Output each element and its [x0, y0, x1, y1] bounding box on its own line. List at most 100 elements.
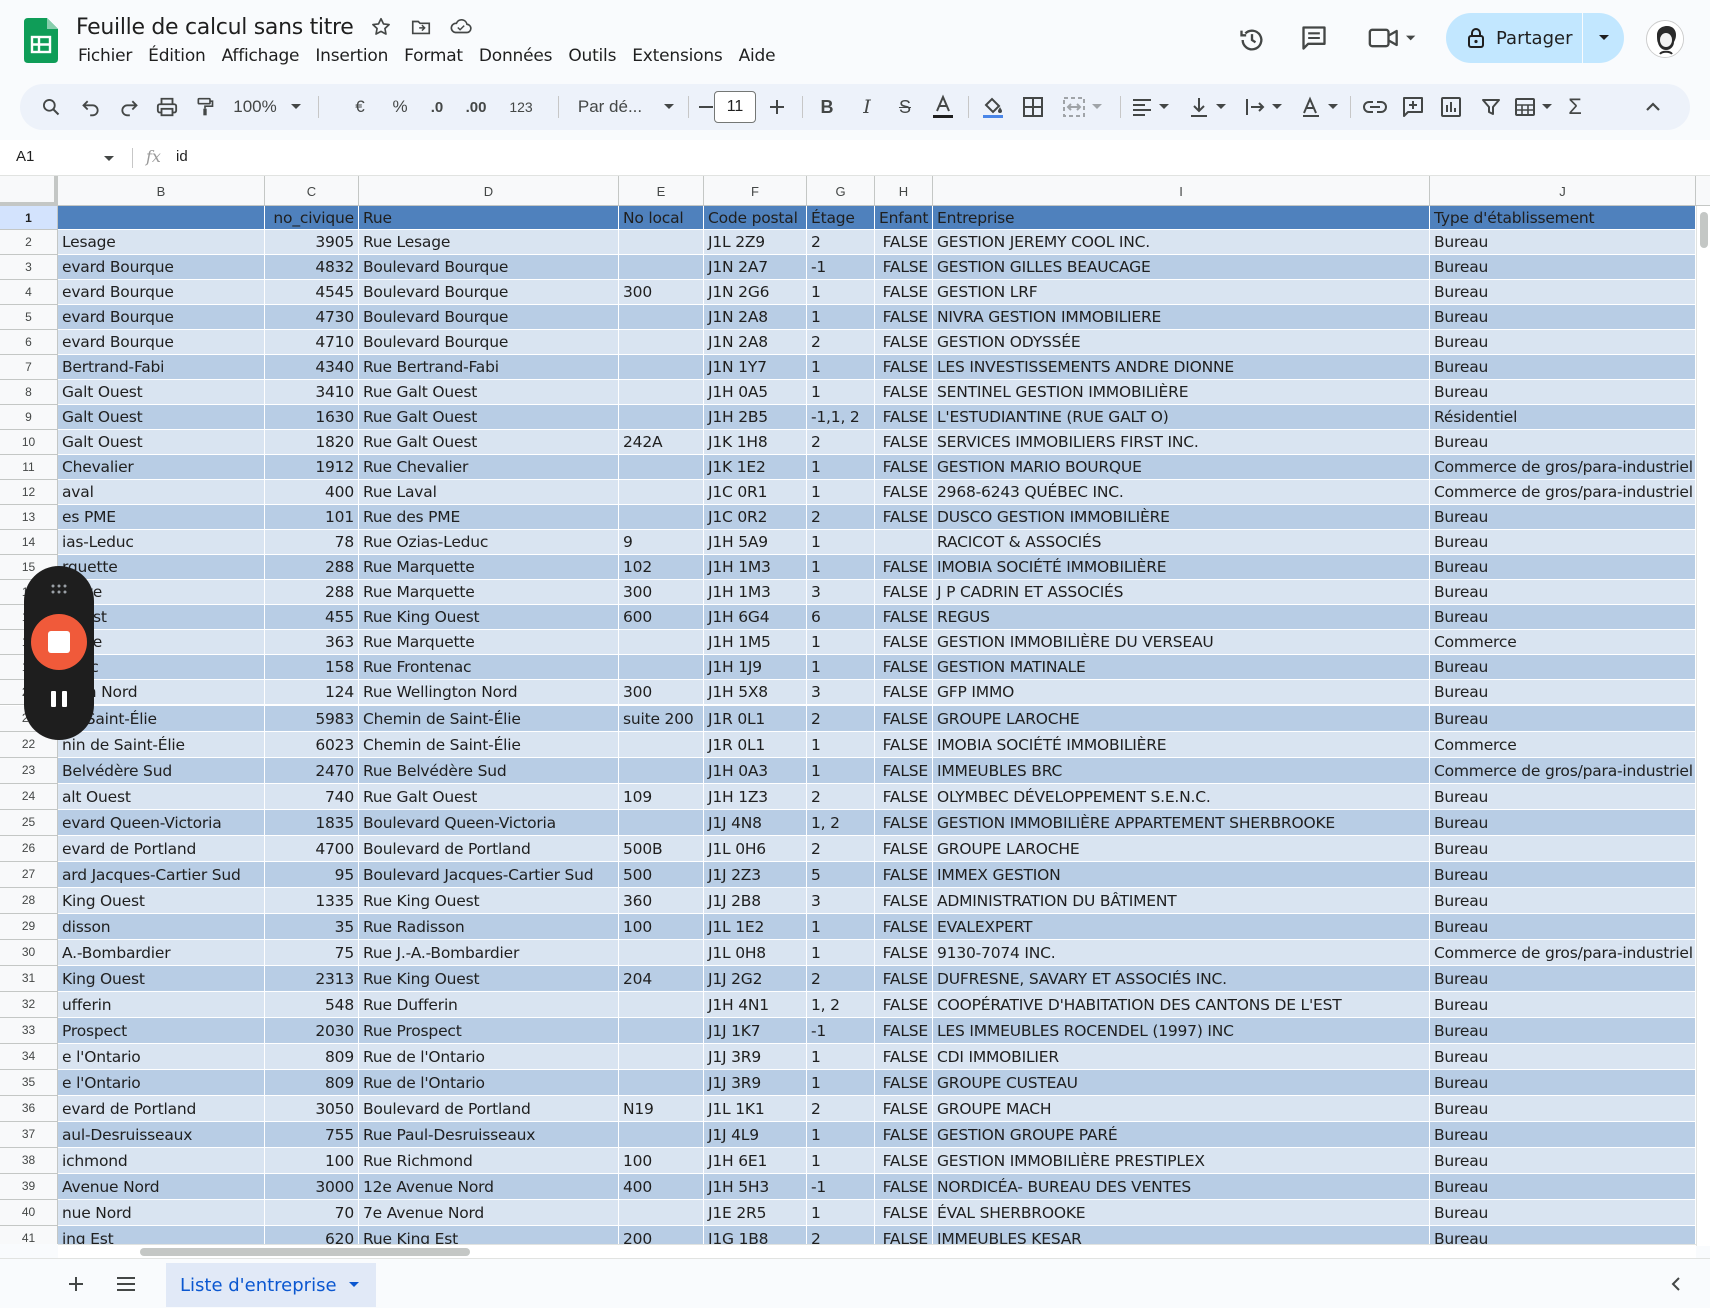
share-button[interactable]: Partager — [1446, 13, 1582, 63]
cell-g[interactable]: 2 — [807, 706, 875, 732]
row-number[interactable]: 38 — [0, 1148, 58, 1174]
cell-j[interactable]: Bureau — [1430, 555, 1696, 580]
cell-j[interactable]: Commerce de gros/para-industriel — [1430, 940, 1696, 966]
cell-f[interactable]: J1H 1J9 — [704, 655, 807, 680]
horizontal-scroll-thumb[interactable] — [140, 1248, 470, 1256]
cell-b[interactable]: ufferin — [58, 992, 265, 1018]
paint-format-icon[interactable] — [188, 84, 222, 130]
cell-f[interactable]: J1L 0H6 — [704, 836, 807, 862]
cell-i[interactable]: IMMEX GESTION — [933, 862, 1430, 888]
cell-c[interactable]: 3410 — [265, 380, 359, 405]
cell-j[interactable]: Commerce de gros/para-industriel — [1430, 480, 1696, 505]
cell-c[interactable]: 100 — [265, 1148, 359, 1174]
cell-j[interactable]: Bureau — [1430, 1070, 1696, 1096]
formula-input[interactable]: id — [176, 148, 188, 165]
cell-e[interactable]: 200 — [619, 1226, 704, 1244]
cell-i[interactable]: 9130-7074 INC. — [933, 940, 1430, 966]
cell-h[interactable]: FALSE — [875, 940, 933, 966]
cell-c[interactable]: 101 — [265, 505, 359, 530]
cell-f[interactable]: J1J 3R9 — [704, 1044, 807, 1070]
cell-h[interactable]: FALSE — [875, 888, 933, 914]
cell-j[interactable]: Bureau — [1430, 530, 1696, 555]
cell-d[interactable]: Rue Radisson — [359, 914, 619, 940]
cell-e[interactable]: 500B — [619, 836, 704, 862]
column-header-c[interactable]: C — [265, 176, 359, 206]
cell-j[interactable]: Bureau — [1430, 380, 1696, 405]
all-sheets-icon[interactable] — [108, 1267, 144, 1301]
cell-g[interactable]: 1 — [807, 1200, 875, 1226]
cell-h[interactable]: FALSE — [875, 1044, 933, 1070]
cell-i[interactable]: ÉVAL SHERBROOKE — [933, 1200, 1430, 1226]
row-number[interactable]: 33 — [0, 1018, 58, 1044]
name-box[interactable]: A1 — [16, 148, 34, 165]
cell-e[interactable]: 300 — [619, 680, 704, 705]
cell-b[interactable]: evard Queen-Victoria — [58, 810, 265, 836]
cell-i[interactable]: GROUPE LAROCHE — [933, 836, 1430, 862]
cell-b[interactable]: Belvédère Sud — [58, 758, 265, 784]
document-title[interactable]: Feuille de calcul sans titre — [76, 15, 354, 40]
cell-c[interactable]: 3050 — [265, 1096, 359, 1122]
row-number[interactable]: 35 — [0, 1070, 58, 1096]
cell-c[interactable]: 2313 — [265, 966, 359, 992]
cell-h[interactable]: FALSE — [875, 862, 933, 888]
cell-b[interactable]: Lesage — [58, 230, 265, 255]
cell-e[interactable] — [619, 992, 704, 1018]
cell-d[interactable]: Rue Galt Ouest — [359, 784, 619, 810]
cell-e[interactable] — [619, 505, 704, 530]
row-number[interactable]: 31 — [0, 966, 58, 992]
cell-i[interactable]: IMOBIA SOCIÉTÉ IMMOBILIÈRE — [933, 555, 1430, 580]
cell-f[interactable]: J1H 4N1 — [704, 992, 807, 1018]
cell-f[interactable]: J1L 1K1 — [704, 1096, 807, 1122]
cell-c[interactable]: 4832 — [265, 255, 359, 280]
cell-b[interactable]: Galt Ouest — [58, 430, 265, 455]
cell-e[interactable] — [619, 810, 704, 836]
cell-d[interactable]: Boulevard Bourque — [359, 305, 619, 330]
cell-j[interactable]: Commerce — [1430, 732, 1696, 758]
vertical-align-icon[interactable] — [1182, 84, 1232, 130]
horizontal-align-icon[interactable] — [1126, 84, 1174, 130]
cell-g[interactable]: 6 — [807, 605, 875, 630]
cell-j[interactable]: Bureau — [1430, 914, 1696, 940]
cell-i[interactable]: GESTION LRF — [933, 280, 1430, 305]
cell-j[interactable]: Bureau — [1430, 1226, 1696, 1244]
cell-e[interactable]: 300 — [619, 280, 704, 305]
select-all-corner[interactable] — [0, 176, 58, 206]
column-header-e[interactable]: E — [619, 176, 704, 206]
cell-f[interactable]: J1H 1M3 — [704, 580, 807, 605]
cell-c[interactable]: 620 — [265, 1226, 359, 1244]
cell-c[interactable]: 1912 — [265, 455, 359, 480]
cell-h[interactable]: FALSE — [875, 1174, 933, 1200]
cell-f[interactable]: J1L 1E2 — [704, 914, 807, 940]
cell-c[interactable]: 1630 — [265, 405, 359, 430]
cell-g[interactable]: 2 — [807, 430, 875, 455]
search-menus-icon[interactable] — [34, 84, 68, 130]
increase-decimal-button[interactable]: .00 — [456, 84, 496, 130]
cell-e[interactable] — [619, 1018, 704, 1044]
percent-format-button[interactable]: % — [383, 84, 417, 130]
text-color-icon[interactable] — [926, 84, 960, 130]
cell-e[interactable]: 300 — [619, 580, 704, 605]
cell-e[interactable] — [619, 230, 704, 255]
cell-f[interactable]: J1H 1Z3 — [704, 784, 807, 810]
cell-j[interactable]: Bureau — [1430, 862, 1696, 888]
cell-g[interactable]: 1 — [807, 914, 875, 940]
cell-j[interactable]: Bureau — [1430, 888, 1696, 914]
cell-b[interactable]: King Ouest — [58, 966, 265, 992]
bold-icon[interactable]: B — [810, 84, 844, 130]
cell-i[interactable]: IMMEUBLES KESAR — [933, 1226, 1430, 1244]
cell-b[interactable]: Galt Ouest — [58, 405, 265, 430]
cell-d[interactable]: Rue Galt Ouest — [359, 405, 619, 430]
cell-h[interactable]: FALSE — [875, 680, 933, 705]
cell-e[interactable]: 100 — [619, 1148, 704, 1174]
cell-c[interactable]: 6023 — [265, 732, 359, 758]
cell-b[interactable]: nue Nord — [58, 1200, 265, 1226]
cell-j[interactable]: Bureau — [1430, 655, 1696, 680]
cell-c[interactable]: 1335 — [265, 888, 359, 914]
cell-h[interactable]: FALSE — [875, 1226, 933, 1244]
cell-b[interactable] — [58, 206, 265, 230]
cell-c[interactable]: 755 — [265, 1122, 359, 1148]
cell-f[interactable]: J1N 2A8 — [704, 305, 807, 330]
cell-g[interactable]: 2 — [807, 966, 875, 992]
column-header-j[interactable]: J — [1430, 176, 1696, 206]
redo-icon[interactable] — [112, 84, 146, 130]
